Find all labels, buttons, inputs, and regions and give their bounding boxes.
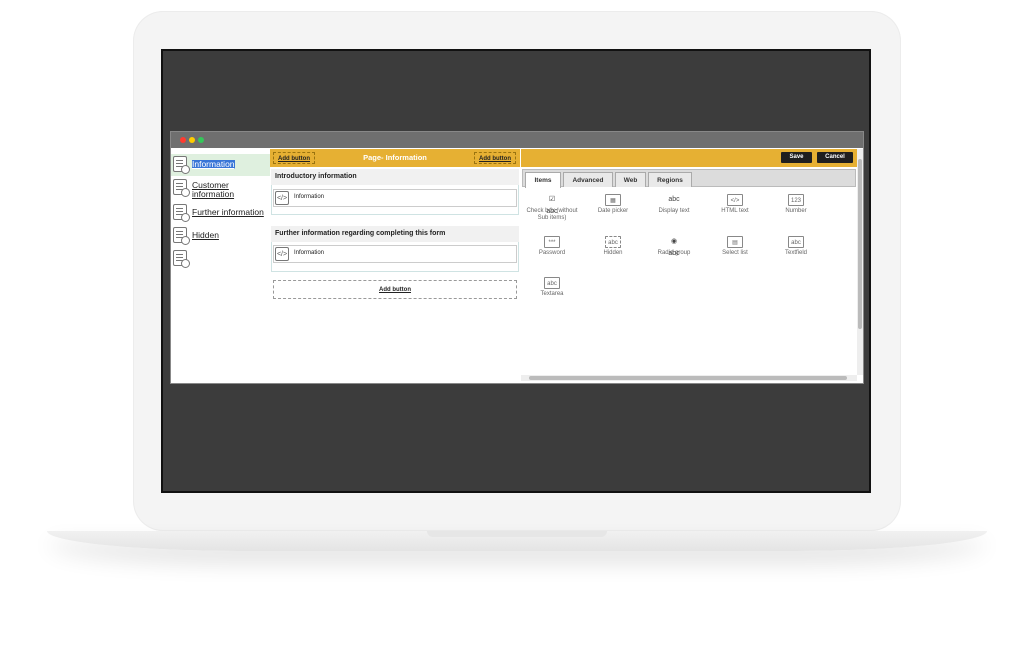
laptop-base-notch	[427, 531, 607, 537]
palette-header: Save Cancel	[521, 149, 857, 167]
html-code-icon: </>	[275, 191, 289, 205]
app-window: Information Customer information Further…	[170, 131, 864, 384]
page-edit-icon	[173, 179, 190, 197]
palette-item-label: Date picker	[597, 208, 629, 214]
field-row[interactable]: </> Information	[273, 245, 517, 263]
palette-item-date-picker[interactable]: ▦ Date picker	[584, 194, 642, 215]
palette-item-select-list[interactable]: ▤ Select list	[706, 236, 764, 257]
palette-item-number[interactable]: 123 Number	[767, 194, 825, 215]
password-icon: ***	[544, 236, 560, 248]
page-edit-icon	[173, 204, 190, 222]
tab-advanced[interactable]: Advanced	[563, 172, 613, 187]
nav-item-further-information[interactable]: Further information	[171, 202, 270, 224]
nav-item-label[interactable]: Customer information	[192, 181, 242, 199]
textarea-icon: abc	[544, 277, 560, 289]
nav-item-add-page[interactable]	[171, 248, 270, 270]
page-editor: Add button Page- Information Add button …	[270, 149, 520, 383]
add-button-right[interactable]: Add button	[474, 152, 516, 164]
palette-item-label: Textfield	[784, 250, 807, 256]
palette-item-label: Hidden	[603, 250, 623, 256]
calendar-icon: ▦	[605, 194, 621, 206]
item-palette-panel: Save Cancel Items Advanced Web Regions ☑…	[521, 149, 863, 383]
palette-item-textfield[interactable]: abc Textfield	[767, 236, 825, 257]
palette-item-label: Radio group	[657, 250, 691, 256]
page-navigation: Information Customer information Further…	[171, 149, 270, 383]
nav-item-customer-information[interactable]: Customer information	[171, 177, 270, 199]
cancel-button[interactable]: Cancel	[817, 152, 853, 163]
add-page-icon	[173, 250, 190, 268]
html-code-icon: </>	[727, 194, 743, 206]
checkbox-icon: ☑ abc	[546, 196, 558, 215]
field-label: Information	[294, 250, 325, 256]
palette-item-label: Password	[538, 250, 566, 256]
palette-tabs: Items Advanced Web Regions	[522, 169, 856, 188]
palette-item-password[interactable]: *** Password	[523, 236, 581, 257]
palette-item-textarea[interactable]: abc Textarea	[523, 277, 581, 298]
nav-item-label[interactable]: Hidden	[192, 231, 219, 240]
horizontal-scrollbar-thumb[interactable]	[529, 376, 847, 380]
palette-item-label: Number	[785, 208, 807, 214]
palette-item-hidden[interactable]: abc Hidden	[584, 236, 642, 257]
page-header: Add button Page- Information Add button	[270, 149, 520, 167]
field-label: Information	[294, 194, 325, 200]
palette-item-label: Select list	[722, 250, 748, 256]
add-button-bottom[interactable]: Add button	[273, 280, 517, 299]
html-code-icon: </>	[275, 247, 289, 261]
palette-item-label: HTML text	[721, 208, 749, 214]
palette-item-check-box[interactable]: ☑ abc Check box (without Sub items)	[523, 194, 581, 222]
page-title: Page- Information	[363, 153, 427, 162]
textfield-icon: abc	[788, 236, 804, 248]
palette-item-label: Textarea	[540, 291, 564, 297]
nav-item-label[interactable]: Information	[192, 160, 235, 169]
add-button-left[interactable]: Add button	[273, 152, 315, 164]
vertical-scrollbar-thumb[interactable]	[858, 159, 862, 329]
maximize-window-button[interactable]	[198, 137, 204, 143]
save-button[interactable]: Save	[781, 152, 812, 163]
vertical-scrollbar[interactable]	[857, 149, 863, 375]
palette-item-label: Check box (without Sub items)	[526, 208, 578, 221]
window-titlebar	[171, 132, 863, 148]
tab-items[interactable]: Items	[525, 172, 561, 188]
nav-item-hidden[interactable]: Hidden	[171, 225, 270, 247]
nav-item-information[interactable]: Information	[171, 154, 270, 176]
radio-icon: ◉ abc	[668, 238, 680, 257]
palette-item-label: Display text	[658, 208, 690, 214]
tab-web[interactable]: Web	[615, 172, 646, 187]
page-edit-icon	[173, 156, 190, 174]
display-text-icon: abc	[668, 196, 680, 203]
tab-regions[interactable]: Regions	[648, 172, 692, 187]
close-window-button[interactable]	[180, 137, 186, 143]
select-list-icon: ▤	[727, 236, 743, 248]
hidden-field-icon: abc	[605, 236, 621, 248]
palette-item-display-text[interactable]: abc Display text	[645, 194, 703, 215]
palette-item-html-text[interactable]: </> HTML text	[706, 194, 764, 215]
field-row[interactable]: </> Information	[273, 189, 517, 207]
section-title[interactable]: Introductory information	[271, 169, 519, 185]
palette-item-radio-group[interactable]: ◉ abc Radio group	[645, 236, 703, 257]
horizontal-scrollbar[interactable]	[521, 375, 857, 381]
number-icon: 123	[788, 194, 804, 206]
minimize-window-button[interactable]	[189, 137, 195, 143]
page-edit-icon	[173, 227, 190, 245]
nav-item-label[interactable]: Further information	[192, 208, 264, 217]
section-title[interactable]: Further information regarding completing…	[271, 226, 519, 242]
